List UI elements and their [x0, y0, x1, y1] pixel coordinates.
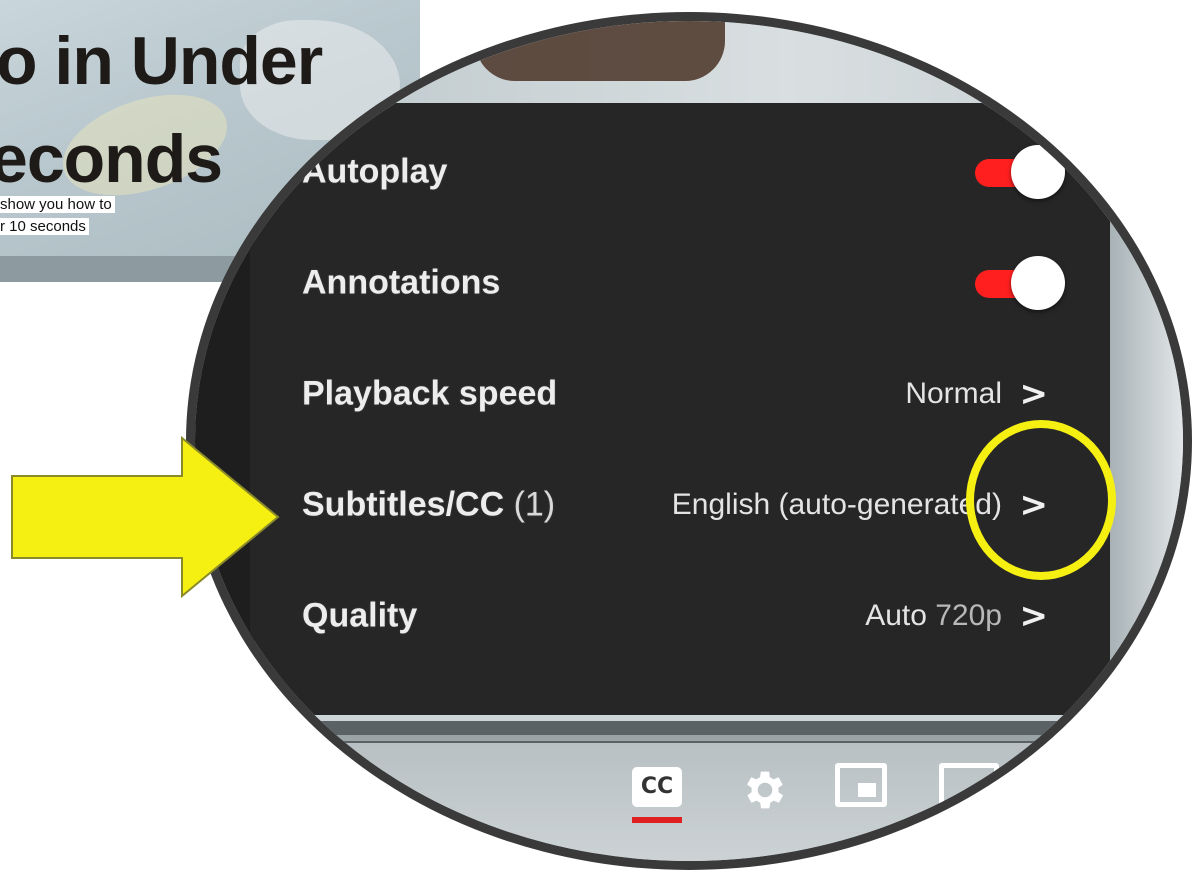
cc-active-indicator [632, 817, 682, 823]
gear-icon[interactable] [740, 765, 790, 815]
quality-mode: Auto [865, 599, 927, 632]
gear-icon-shape [747, 771, 784, 809]
cc-icon[interactable]: CC [632, 767, 682, 807]
settings-item-annotations[interactable]: Annotations [250, 228, 1110, 338]
arrow-pointer-icon [11, 436, 280, 598]
playback-speed-value: Normal [905, 377, 1002, 410]
settings-item-label: Annotations [302, 263, 501, 302]
settings-item-label: Subtitles/CC (1) [302, 486, 555, 525]
theater-mode-icon[interactable] [939, 763, 999, 807]
thumbnail-title-line2: econds [0, 121, 223, 197]
chevron-right-icon: > [1019, 596, 1049, 636]
highlight-circle [966, 420, 1116, 580]
settings-item-playback-speed[interactable]: Playback speed Normal > [250, 339, 1110, 449]
settings-item-label: Quality [302, 596, 418, 635]
settings-item-label: Autoplay [302, 152, 448, 191]
subtitles-count: (1) [513, 485, 556, 524]
thumbnail-caption-line2: r 10 seconds [0, 218, 89, 235]
toggle-knob [1011, 145, 1065, 199]
video-background-left [195, 101, 255, 741]
progress-bar[interactable] [195, 735, 1183, 741]
thumbnail-caption-line1: show you how to [0, 196, 115, 213]
autoplay-toggle[interactable] [975, 145, 1075, 199]
subtitles-label: Subtitles/CC [302, 485, 505, 524]
player-controls [195, 743, 1183, 861]
miniplayer-inner [858, 783, 876, 797]
chevron-right-icon: > [1019, 374, 1049, 414]
video-background [195, 21, 1183, 109]
settings-item-quality[interactable]: Quality Auto 720p > [250, 561, 1110, 671]
settings-item-autoplay[interactable]: Autoplay [250, 117, 1110, 227]
miniplayer-icon[interactable] [835, 763, 887, 807]
subtitles-value: English (auto-generated) [671, 488, 1002, 521]
quality-value: Auto 720p [865, 599, 1002, 633]
annotations-toggle[interactable] [975, 256, 1075, 310]
settings-menu: Autoplay Annotations Playback speed Norm… [250, 103, 1110, 715]
settings-item-label: Playback speed [302, 374, 558, 413]
toggle-knob [1011, 256, 1065, 310]
quality-resolution: 720p [935, 599, 1002, 632]
video-frame-shape [475, 21, 725, 81]
